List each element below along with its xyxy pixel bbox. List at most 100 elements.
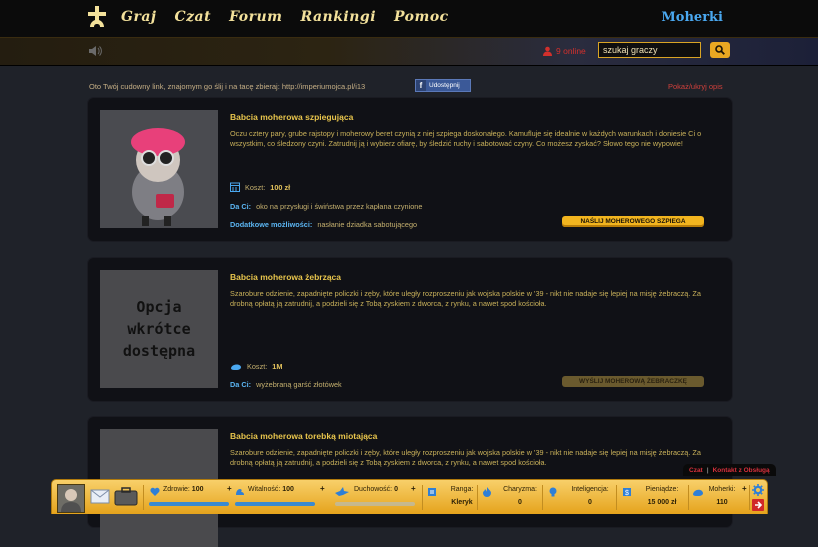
chat-link[interactable]: Czat	[689, 467, 703, 474]
main-nav: Graj Czat Forum Rankingi Pomoc	[121, 9, 449, 25]
card-begging-grandma: Opcja wkrótce dostępna Babcia moherowa żeb…	[88, 258, 732, 401]
search-players-input[interactable]	[598, 42, 701, 58]
separator	[616, 485, 617, 510]
referral-link-text: Oto Twój cudowny link, znajomym go ślij …	[89, 82, 366, 91]
spirit-plus-button[interactable]: +	[411, 484, 416, 493]
spy-grandma-image	[100, 110, 218, 228]
separator	[143, 485, 144, 510]
nav-pomoc[interactable]: Pomoc	[394, 9, 449, 25]
charisma-value: 0	[518, 499, 522, 506]
cost-label: Koszt:	[247, 362, 268, 371]
dove-icon	[335, 487, 349, 496]
health-plus-button[interactable]: +	[227, 484, 232, 493]
mail-icon[interactable]	[90, 486, 110, 506]
vitality-bar	[235, 502, 315, 506]
toggle-description-link[interactable]: Pokaż/ukryj opis	[668, 82, 723, 91]
health-stat: Zdrowie: 100	[163, 486, 203, 493]
gives-row: Da Ci: wyżebraną garść złotówek	[230, 380, 342, 389]
chat-separator: |	[706, 466, 709, 474]
spirit-stat: Duchowość: 0	[354, 486, 398, 493]
separator	[749, 485, 750, 510]
lightbulb-icon	[549, 487, 557, 497]
spirit-label: Duchowość:	[354, 486, 393, 493]
card-title: Babcia moherowa szpiegująca	[230, 112, 354, 122]
online-count: 9 online	[556, 46, 586, 56]
share-label: Udostępnij	[429, 82, 460, 89]
online-counter[interactable]: 9 online	[543, 46, 586, 56]
separator	[688, 485, 689, 510]
search-button[interactable]	[710, 42, 730, 58]
separator	[477, 485, 478, 510]
contact-support-link[interactable]: Kontakt z Obsługą	[713, 467, 770, 474]
intelligence-value: 0	[588, 499, 592, 506]
rank-icon	[428, 488, 436, 496]
spirit-value: 0	[394, 486, 398, 493]
health-value: 100	[191, 486, 204, 493]
money-stat: Pieniądze: 15 000 zł	[630, 486, 694, 506]
spy-grandma-illustration	[100, 110, 218, 228]
nav-czat[interactable]: Czat	[174, 9, 211, 25]
money-value: 15 000 zł	[647, 499, 677, 506]
cost-row: Koszt: 1M	[230, 362, 282, 371]
calendar-icon	[230, 182, 240, 192]
player-status-bar: Zdrowie: 100 + Witalność: 100 + Duchowoś…	[51, 479, 768, 514]
begging-grandma-image: Opcja wkrótce dostępna	[100, 270, 218, 388]
card-description: Oczu cztery pary, grube rajstopy i moher…	[230, 129, 702, 148]
nav-graj[interactable]: Graj	[121, 9, 156, 25]
spirit-bar	[335, 502, 415, 506]
separator	[542, 485, 543, 510]
vitality-label: Witalność:	[248, 486, 281, 493]
charisma-label: Charyzma:	[503, 486, 537, 493]
moherki-label: Moherki:	[708, 486, 736, 493]
briefcase-icon[interactable]	[114, 486, 138, 506]
intelligence-label: Inteligencja:	[571, 486, 609, 493]
vitality-stat: Witalność: 100	[248, 486, 294, 493]
magnifier-icon	[715, 45, 725, 55]
cost-value: 100 zł	[270, 182, 291, 192]
card-description: Szaroburе odzienie, zapadnięte policzki …	[230, 289, 701, 308]
facebook-icon: f	[416, 80, 426, 91]
extra-label: Dodatkowe możliwości:	[230, 220, 313, 229]
avatar-portrait	[58, 485, 84, 512]
facebook-share-button[interactable]: f Udostępnij	[415, 79, 471, 92]
speaker-icon[interactable]	[88, 44, 102, 58]
settings-gear-icon[interactable]	[752, 484, 764, 496]
brand-moherki[interactable]: Moherki	[661, 10, 723, 25]
moherki-plus-button[interactable]: +	[742, 484, 747, 493]
extra-value: nasłanie dziadka sabotującego	[317, 220, 418, 229]
cost-row: Koszt: 100 zł	[230, 182, 290, 192]
heart-icon	[150, 487, 160, 496]
cross-logo-icon[interactable]	[86, 5, 108, 31]
flame-icon	[483, 487, 491, 497]
card-title: Babcia moherowa torebką miotająca	[230, 431, 378, 441]
svg-text:$: $	[625, 490, 629, 497]
cost-value: 1M	[272, 362, 283, 371]
gives-label: Da Ci:	[230, 202, 252, 211]
cost-label: Koszt:	[245, 182, 266, 192]
avatar[interactable]	[57, 484, 85, 513]
intelligence-stat: Inteligencja: 0	[558, 486, 622, 506]
separator	[422, 485, 423, 510]
health-bar	[149, 502, 229, 506]
rank-label: Ranga:	[450, 486, 474, 493]
send-spy-button[interactable]: NAŚLIJ MOHEROWEGO SZPIEGA	[562, 216, 704, 227]
chat-contact-bar: Czat | Kontakt z Obsługą	[683, 464, 776, 476]
moherki-stat: Moherki: 110	[700, 486, 744, 506]
sub-bar: 9 online	[0, 37, 818, 66]
card-spy-grandma: Babcia moherowa szpiegująca Oczu cztery …	[88, 98, 732, 241]
send-beggar-button[interactable]: WYŚLIJ MOHEROWĄ ŻEBRACZKĘ	[562, 376, 704, 387]
vitality-plus-button[interactable]: +	[320, 484, 325, 493]
gives-label: Da Ci:	[230, 380, 252, 389]
gives-value: oko na przysługi i świństwa przez kapłan…	[256, 202, 423, 211]
gives-value: wyżebraną garść złotówek	[256, 380, 342, 389]
card-title: Babcia moherowa żebrząca	[230, 272, 342, 282]
health-label: Zdrowie:	[163, 486, 190, 493]
moherki-value: 110	[716, 499, 728, 506]
top-bar: Graj Czat Forum Rankingi Pomoc Moherki	[0, 0, 818, 37]
nav-forum[interactable]: Forum	[229, 9, 282, 25]
nav-rankingi[interactable]: Rankingi	[301, 9, 377, 25]
muscle-icon	[236, 489, 244, 495]
person-icon	[543, 46, 552, 56]
logout-icon[interactable]	[752, 499, 764, 511]
moher-icon	[231, 364, 241, 370]
